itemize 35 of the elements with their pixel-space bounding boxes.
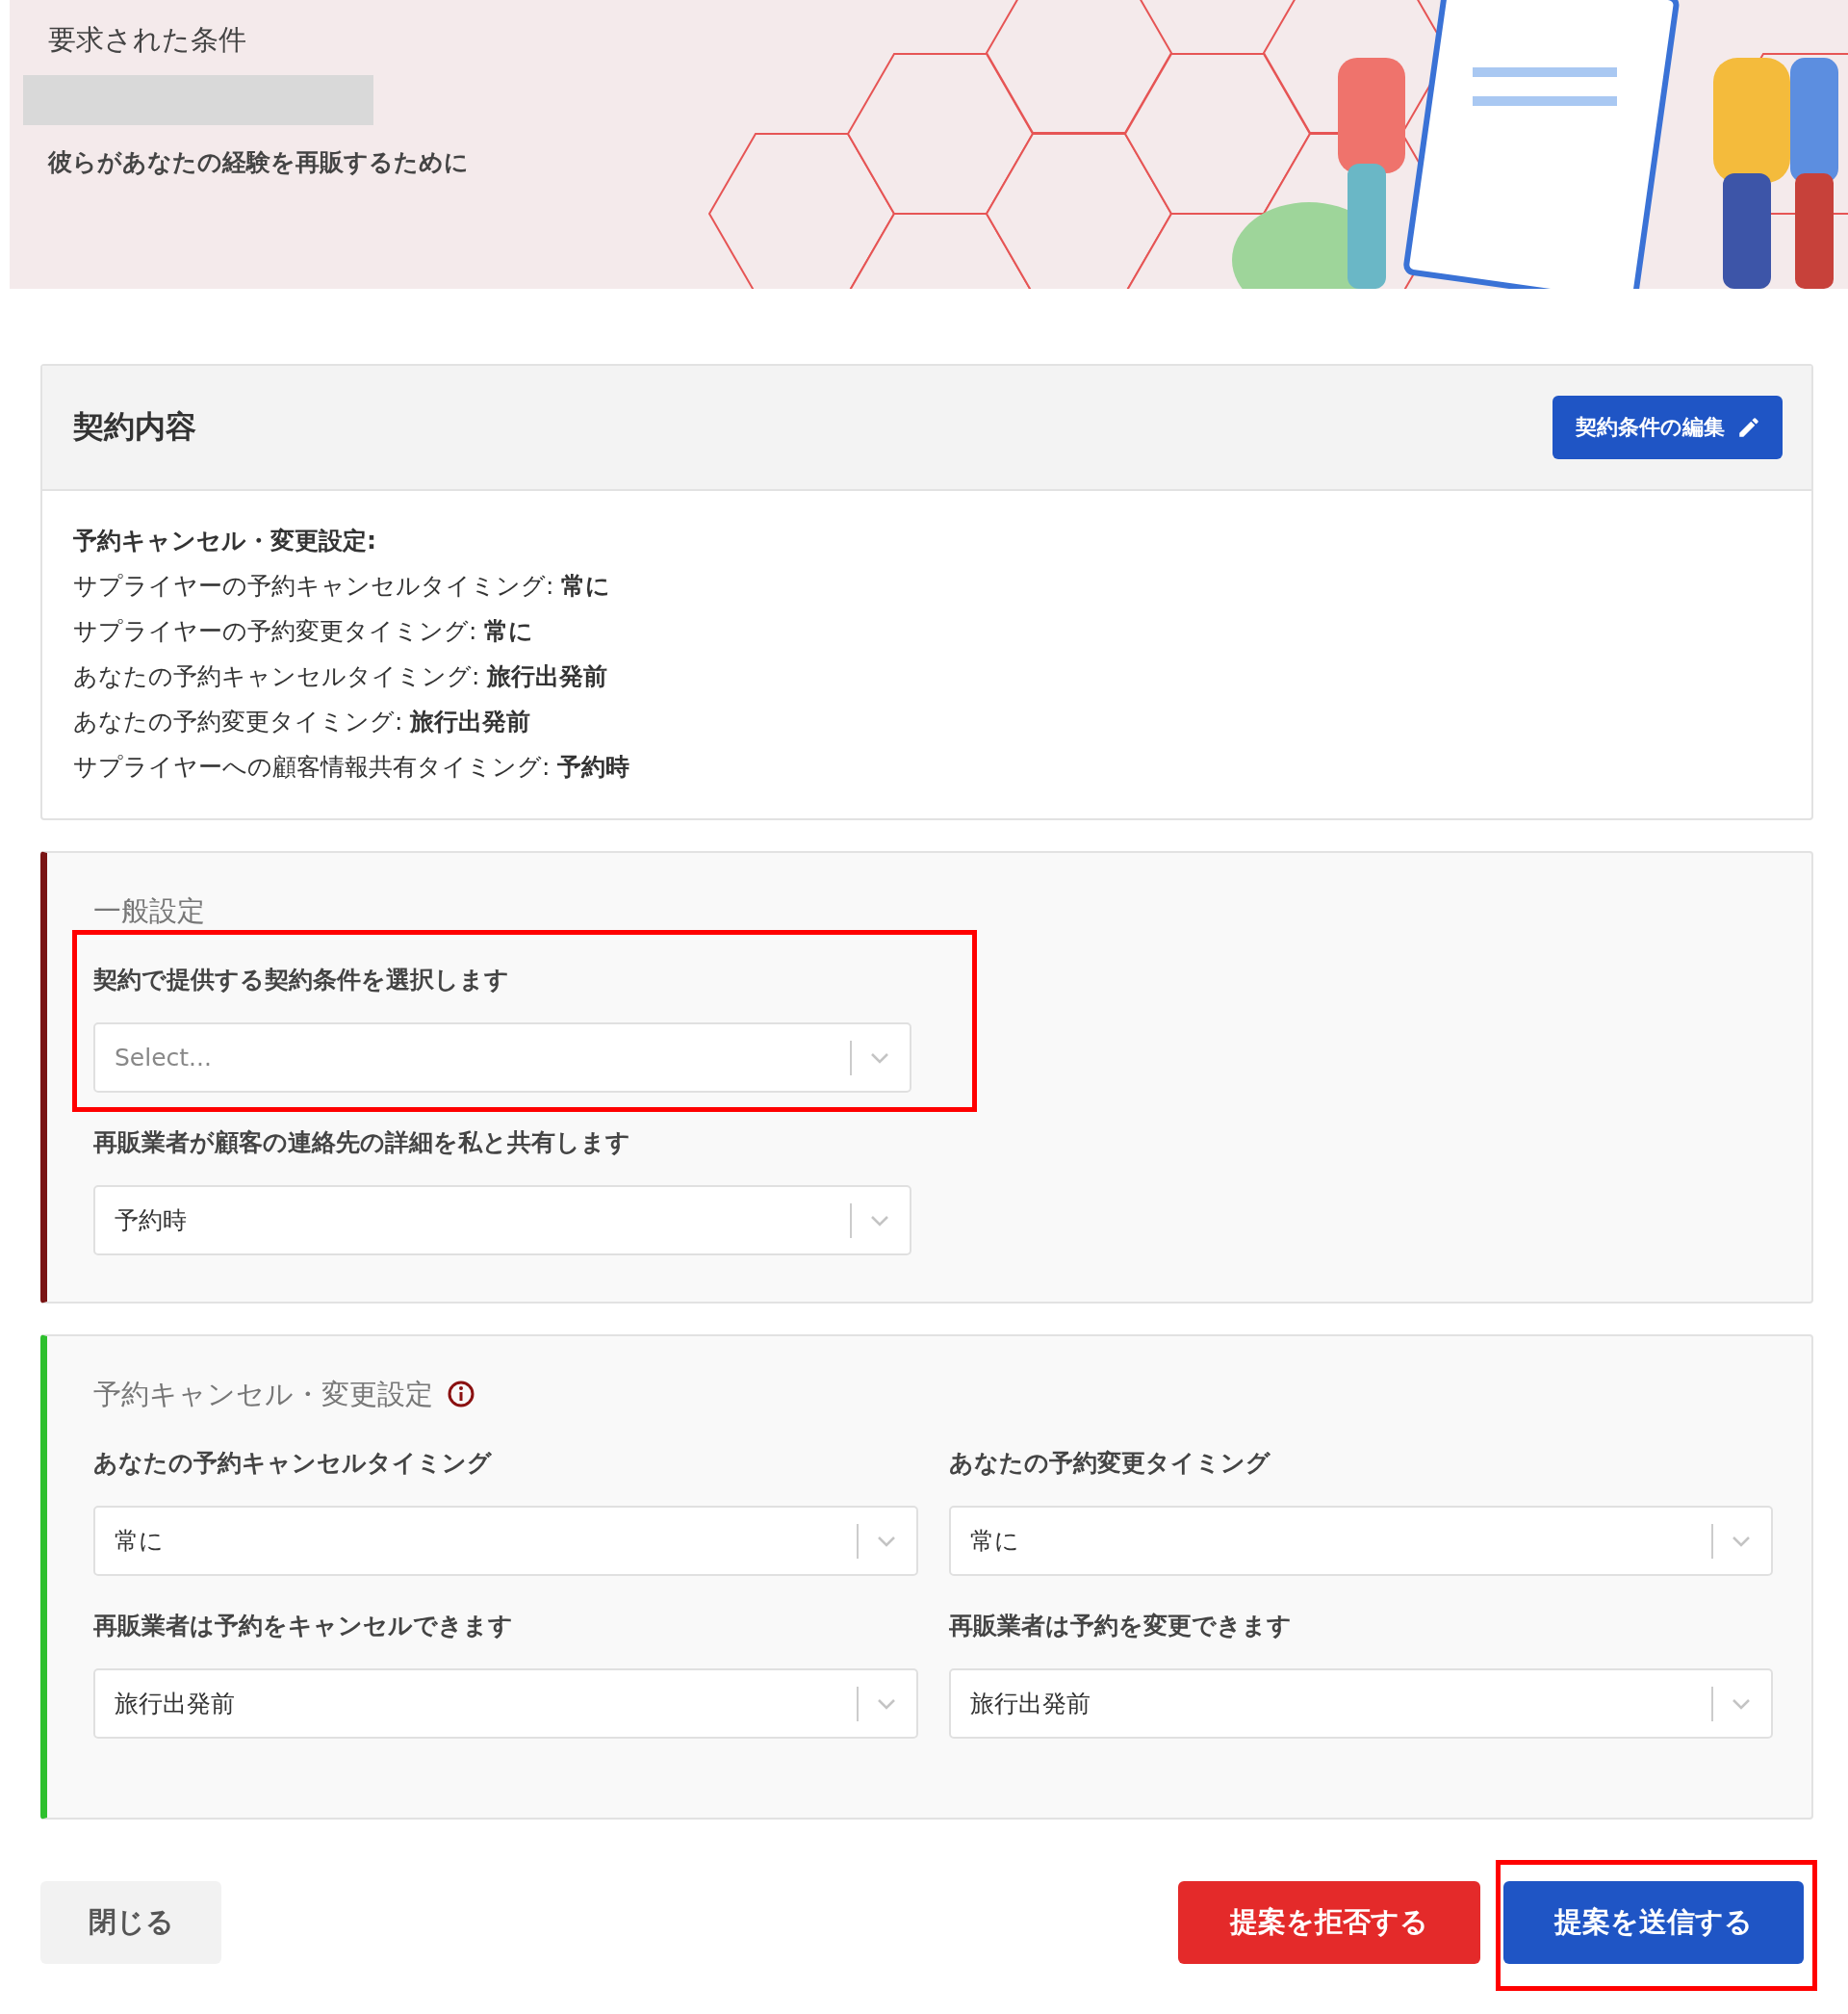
- action-button[interactable]: 提案を送信する: [1503, 1881, 1804, 1964]
- page-subtitle: 彼らがあなたの経験を再販するために: [46, 147, 470, 178]
- field-label: あなたの予約キャンセルタイミング: [93, 1448, 493, 1479]
- chevron-down-icon: [1731, 1696, 1752, 1711]
- terms-heading: 予約キャンセル・変更設定:: [73, 526, 377, 556]
- select-field[interactable]: 旅行出発前: [93, 1668, 918, 1739]
- chevron-down-icon: [875, 1534, 897, 1548]
- field-label: 契約で提供する契約条件を選択します: [93, 965, 510, 995]
- field-label: 再販業者が顧客の連絡先の詳細を私と共有します: [93, 1127, 631, 1158]
- page-title: 要求された条件: [47, 22, 247, 58]
- action-button[interactable]: 提案を拒否する: [1178, 1881, 1480, 1964]
- term-line: サプライヤーの予約キャンセルタイミング: 常に: [73, 571, 612, 602]
- select-field[interactable]: 常に: [948, 1506, 1773, 1576]
- field-label: 再販業者は予約を変更できます: [948, 1611, 1293, 1641]
- info-icon[interactable]: [447, 1380, 475, 1408]
- chevron-down-icon: [875, 1696, 897, 1711]
- card-title: 契約内容: [73, 407, 196, 447]
- select-field[interactable]: 旅行出発前: [948, 1668, 1773, 1739]
- term-line: サプライヤーへの顧客情報共有タイミング: 予約時: [73, 752, 631, 783]
- select-field[interactable]: 予約時: [93, 1185, 911, 1255]
- field-label: 再販業者は予約をキャンセルできます: [93, 1611, 514, 1641]
- edit-terms-button[interactable]: 契約条件の編集: [1553, 396, 1783, 459]
- term-line: サプライヤーの予約変更タイミング: 常に: [73, 616, 535, 647]
- chevron-down-icon: [1731, 1534, 1752, 1548]
- term-line: あなたの予約変更タイミング: 旅行出発前: [73, 707, 532, 737]
- chevron-down-icon: [869, 1213, 890, 1227]
- term-line: あなたの予約キャンセルタイミング: 旅行出発前: [73, 661, 609, 692]
- field-label: あなたの予約変更タイミング: [948, 1448, 1271, 1479]
- section-title: 予約キャンセル・変更設定: [93, 1377, 433, 1412]
- section-title: 一般設定: [93, 893, 205, 929]
- pencil-icon: [1736, 415, 1761, 440]
- action-button[interactable]: 閉じる: [40, 1881, 221, 1964]
- chevron-down-icon: [869, 1050, 890, 1065]
- select-field[interactable]: 常に: [93, 1506, 918, 1576]
- select-field[interactable]: Select...: [93, 1022, 911, 1093]
